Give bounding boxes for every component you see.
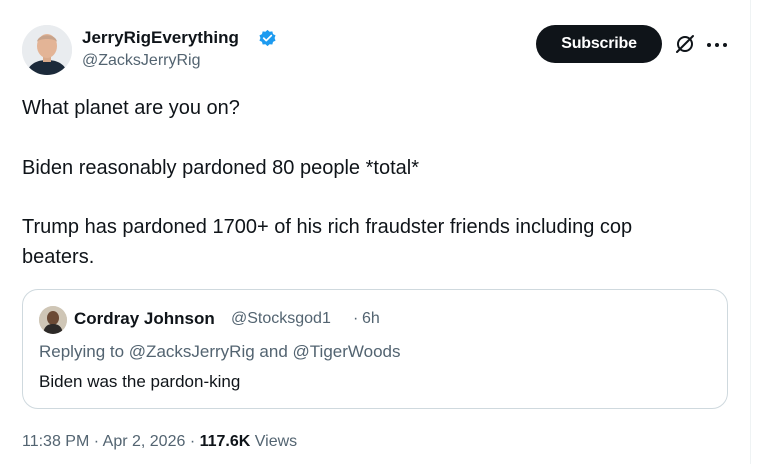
tweet-meta: 11:38 PM · Apr 2, 2026 · 117.6K Views [22,433,297,451]
reply-mention-2[interactable]: @TigerWoods [293,342,401,361]
verified-badge-icon[interactable] [258,29,277,48]
tweet-time[interactable]: 11:38 PM [22,433,89,450]
author-avatar[interactable] [22,25,72,75]
reply-and-label: and [259,342,288,361]
column-divider [750,0,751,464]
quoted-author-handle[interactable]: @Stocksgod1 [231,310,331,328]
tweet-text-line-2: Biden reasonably pardoned 80 people *tot… [22,157,419,179]
views-count[interactable]: 117.6K [200,433,251,450]
quoted-avatar-image [39,306,67,334]
quoted-author-avatar[interactable] [39,306,67,334]
quoted-author-name[interactable]: Cordray Johnson [74,309,215,329]
quoted-tweet-text: Biden was the pardon-king [39,372,241,391]
tweet-text-line-3: Trump has pardoned 1700+ of his rich fra… [22,216,633,238]
replying-to-line: Replying to @ZacksJerryRig and @TigerWoo… [39,342,401,362]
grok-icon[interactable] [674,33,696,55]
quoted-tweet-card[interactable]: Cordray Johnson @Stocksgod1 · 6h Replyin… [22,289,728,409]
avatar-image [22,25,72,75]
replying-to-label: Replying to [39,342,125,361]
tweet-text-line-4: beaters. [22,246,95,268]
more-options-icon[interactable] [707,35,727,55]
author-name[interactable]: JerryRigEverything [82,28,239,48]
tweet-text-line-1: What planet are you on? [22,97,240,119]
author-handle[interactable]: @ZacksJerryRig [82,52,200,70]
views-label: Views [254,433,298,450]
subscribe-button[interactable]: Subscribe [536,25,662,63]
meta-separator-2: · [189,433,196,450]
reply-mention-1[interactable]: @ZacksJerryRig [129,342,255,361]
quoted-timestamp[interactable]: 6h [362,310,380,328]
meta-separator-1: · [93,433,100,450]
tweet-date[interactable]: Apr 2, 2026 [103,433,186,450]
quoted-separator: · [353,310,359,327]
